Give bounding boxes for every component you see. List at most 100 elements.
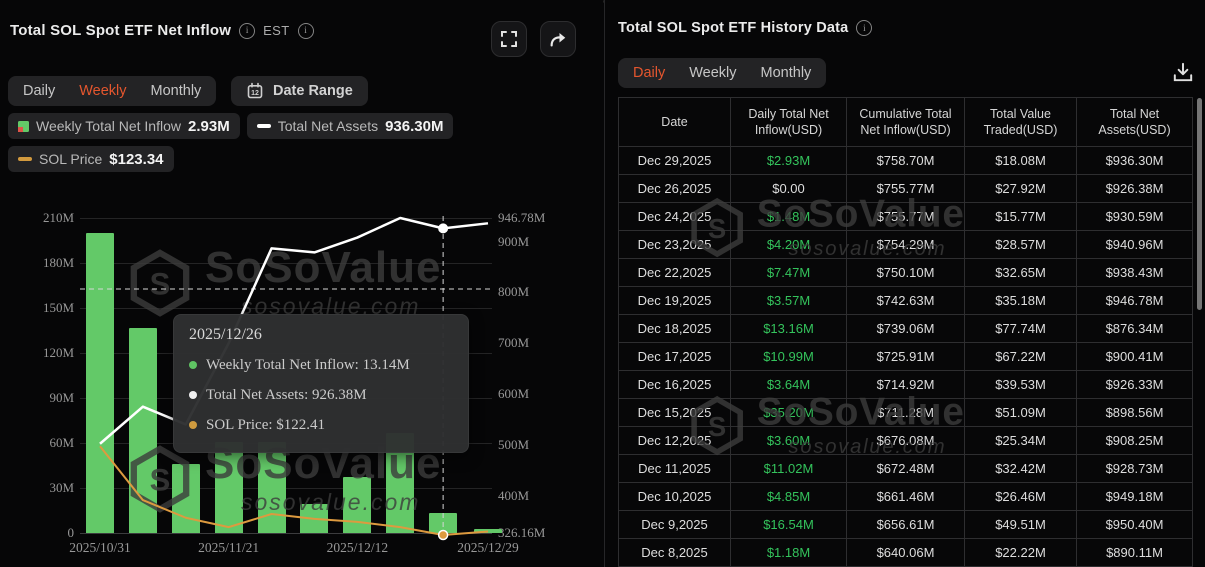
value-cell: $750.10M <box>847 259 965 287</box>
column-header: Total Net Assets(USD) <box>1077 98 1193 147</box>
info-icon[interactable]: i <box>856 20 872 36</box>
value-cell: $898.56M <box>1077 399 1193 427</box>
value-cell: $2.93M <box>731 147 847 175</box>
right-axis-label: 400M <box>498 488 529 504</box>
bar-weekly-net-inflow[interactable] <box>300 504 328 533</box>
date-cell: Dec 19,2025 <box>619 287 731 315</box>
value-cell: $4.85M <box>731 483 847 511</box>
chart-tooltip: 2025/12/26 Weekly Total Net Inflow: 13.1… <box>173 314 469 453</box>
svg-text:12: 12 <box>251 90 259 97</box>
left-axis-label: 150M <box>0 300 74 316</box>
value-cell: $3.64M <box>731 371 847 399</box>
legend-weekly-total-net-inflow[interactable]: Weekly Total Net Inflow 2.93M <box>8 113 240 139</box>
bar-weekly-net-inflow[interactable] <box>86 233 114 533</box>
tooltip-date: 2025/12/26 <box>189 326 453 344</box>
series-dot-icon <box>189 421 197 429</box>
legend-value: 2.93M <box>188 118 230 135</box>
right-axis-label: 900M <box>498 234 529 250</box>
vertical-scrollbar-thumb[interactable] <box>1197 98 1202 310</box>
fullscreen-button[interactable] <box>491 21 527 57</box>
bar-weekly-net-inflow[interactable] <box>215 442 243 534</box>
value-cell: $755.77M <box>847 175 965 203</box>
tab-monthly[interactable]: Monthly <box>749 58 824 88</box>
value-cell: $926.33M <box>1077 371 1193 399</box>
value-cell: $32.65M <box>965 259 1077 287</box>
table-row: Dec 12,2025$3.60M$676.08M$25.34M$908.25M <box>619 427 1193 455</box>
column-header: Daily Total Net Inflow(USD) <box>731 98 847 147</box>
info-icon[interactable]: i <box>298 23 314 39</box>
series-dot-icon <box>189 391 197 399</box>
bar-weekly-net-inflow[interactable] <box>258 442 286 534</box>
tooltip-row: SOL Price: $122.41 <box>189 410 453 440</box>
value-cell: $25.34M <box>965 427 1077 455</box>
value-cell: $656.61M <box>847 511 965 539</box>
left-axis-label: 30M <box>0 480 74 496</box>
right-axis-label: 500M <box>498 437 529 453</box>
value-cell: $18.08M <box>965 147 1077 175</box>
bar-weekly-net-inflow[interactable] <box>343 477 371 533</box>
value-cell: $758.70M <box>847 147 965 175</box>
tab-daily[interactable]: Daily <box>621 58 677 88</box>
value-cell: $928.73M <box>1077 455 1193 483</box>
value-cell: $39.53M <box>965 371 1077 399</box>
legend-label: SOL Price <box>39 151 102 167</box>
value-cell: $28.57M <box>965 231 1077 259</box>
hover-marker-net-assets <box>438 223 448 233</box>
gridline <box>80 218 492 219</box>
gridline <box>80 308 492 309</box>
history-table: DateDaily Total Net Inflow(USD)Cumulativ… <box>618 97 1193 567</box>
download-icon <box>1171 60 1195 84</box>
value-cell: $22.22M <box>965 539 1077 567</box>
left-axis-label: 0 <box>0 525 74 541</box>
share-button[interactable] <box>540 21 576 57</box>
table-row: Dec 23,2025$4.20M$754.29M$28.57M$940.96M <box>619 231 1193 259</box>
value-cell: $940.96M <box>1077 231 1193 259</box>
value-cell: $755.77M <box>847 203 965 231</box>
value-cell: $77.74M <box>965 315 1077 343</box>
tab-weekly[interactable]: Weekly <box>677 58 748 88</box>
bar-weekly-net-inflow[interactable] <box>129 328 157 533</box>
left-axis-label: 90M <box>0 390 74 406</box>
value-cell: $35.20M <box>731 399 847 427</box>
legend-total-net-assets[interactable]: Total Net Assets936.30M <box>247 113 454 139</box>
bar-weekly-net-inflow[interactable] <box>474 529 502 533</box>
left-axis-label: 180M <box>0 255 74 271</box>
calendar-icon: 12 <box>246 82 264 100</box>
value-cell: $926.38M <box>1077 175 1193 203</box>
bar-weekly-net-inflow[interactable] <box>172 464 200 533</box>
tab-monthly[interactable]: Monthly <box>139 76 214 106</box>
table-row: Dec 24,2025$1.48M$755.77M$15.77M$930.59M <box>619 203 1193 231</box>
value-cell: $711.28M <box>847 399 965 427</box>
value-cell: $876.34M <box>1077 315 1193 343</box>
left-axis-label: 60M <box>0 435 74 451</box>
value-cell: $950.40M <box>1077 511 1193 539</box>
value-cell: $676.08M <box>847 427 965 455</box>
value-cell: $4.20M <box>731 231 847 259</box>
value-cell: $1.18M <box>731 539 847 567</box>
right-axis-label: 600M <box>498 386 529 402</box>
date-cell: Dec 26,2025 <box>619 175 731 203</box>
x-axis-label: 2025/11/21 <box>198 540 259 556</box>
legend-label: Total Net Assets <box>278 118 378 134</box>
bar-weekly-net-inflow[interactable] <box>429 513 457 533</box>
right-axis-label: 700M <box>498 335 529 351</box>
table-row: Dec 22,2025$7.47M$750.10M$32.65M$938.43M <box>619 259 1193 287</box>
right-axis-label: 800M <box>498 284 529 300</box>
download-button[interactable] <box>1169 58 1197 89</box>
date-cell: Dec 15,2025 <box>619 399 731 427</box>
legend-label: Weekly Total Net Inflow <box>36 118 181 134</box>
date-range-button[interactable]: 12 Date Range <box>231 76 368 106</box>
history-data-panel: Total SOL Spot ETF History Data i DailyW… <box>604 0 1205 567</box>
date-cell: Dec 8,2025 <box>619 539 731 567</box>
date-cell: Dec 18,2025 <box>619 315 731 343</box>
chart-header: Total SOL Spot ETF Net Inflow i EST i <box>10 22 314 39</box>
value-cell: $7.47M <box>731 259 847 287</box>
value-cell: $3.60M <box>731 427 847 455</box>
legend-sol-price[interactable]: SOL Price$123.34 <box>8 146 174 172</box>
tab-daily[interactable]: Daily <box>11 76 67 106</box>
date-cell: Dec 12,2025 <box>619 427 731 455</box>
chart-legend: Weekly Total Net Inflow 2.93M Total Net As… <box>8 113 528 172</box>
info-icon[interactable]: i <box>239 23 255 39</box>
tab-weekly[interactable]: Weekly <box>67 76 138 106</box>
table-row: Dec 9,2025$16.54M$656.61M$49.51M$950.40M <box>619 511 1193 539</box>
